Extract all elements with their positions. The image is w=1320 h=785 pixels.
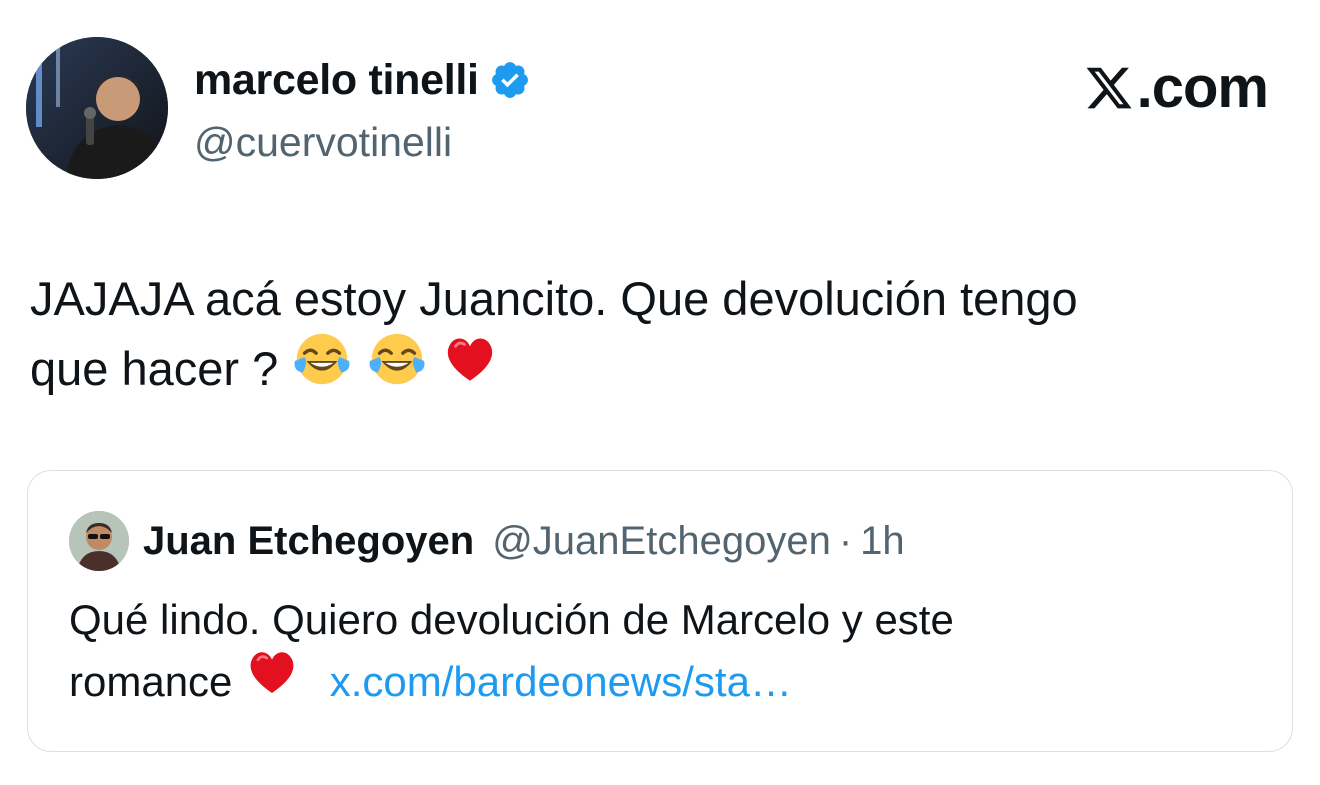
tweet-text: JAJAJA acá estoy Juancito. Que devolució…	[30, 264, 1290, 409]
quoted-tweet-text: Qué lindo. Quiero devolución de Marcelo …	[69, 589, 1269, 717]
x-com-logo: .com	[1083, 55, 1269, 120]
quoted-tweet-header: Juan Etchegoyen @JuanEtchegoyen · 1h	[69, 511, 905, 571]
quoted-line-2: romance x.com/bardeonews/sta…	[69, 651, 1269, 717]
quoted-author-avatar[interactable]	[69, 511, 129, 571]
quoted-timestamp[interactable]: 1h	[860, 519, 905, 564]
x-com-text: .com	[1136, 55, 1269, 120]
tweet-line-2-text: que hacer ?	[30, 342, 279, 395]
tweet-line-2: que hacer ?	[30, 333, 1290, 409]
quoted-author-name[interactable]: Juan Etchegoyen	[143, 519, 474, 564]
quoted-line-2-text: romance	[69, 658, 233, 705]
quoted-author-handle[interactable]: @JuanEtchegoyen	[492, 519, 831, 564]
x-logo-icon	[1083, 63, 1135, 113]
author-avatar[interactable]	[26, 37, 168, 179]
verified-badge-icon	[489, 59, 531, 101]
tweet-line-1: JAJAJA acá estoy Juancito. Que devolució…	[30, 272, 1078, 325]
red-heart-emoji-icon	[244, 644, 300, 717]
red-heart-emoji-icon	[441, 330, 499, 407]
quoted-separator: ·	[838, 518, 853, 563]
author-name[interactable]: marcelo tinelli	[194, 54, 479, 106]
quoted-line-1: Qué lindo. Quiero devolución de Marcelo …	[69, 596, 954, 643]
laughing-tears-emoji-icon	[291, 328, 353, 409]
author-handle[interactable]: @cuervotinelli	[194, 118, 452, 166]
quoted-tweet-card[interactable]: Juan Etchegoyen @JuanEtchegoyen · 1h Qué…	[27, 470, 1293, 752]
laughing-tears-emoji-icon	[366, 328, 428, 409]
author-name-row: marcelo tinelli	[194, 54, 531, 106]
quoted-link[interactable]: x.com/bardeonews/sta…	[330, 658, 792, 705]
